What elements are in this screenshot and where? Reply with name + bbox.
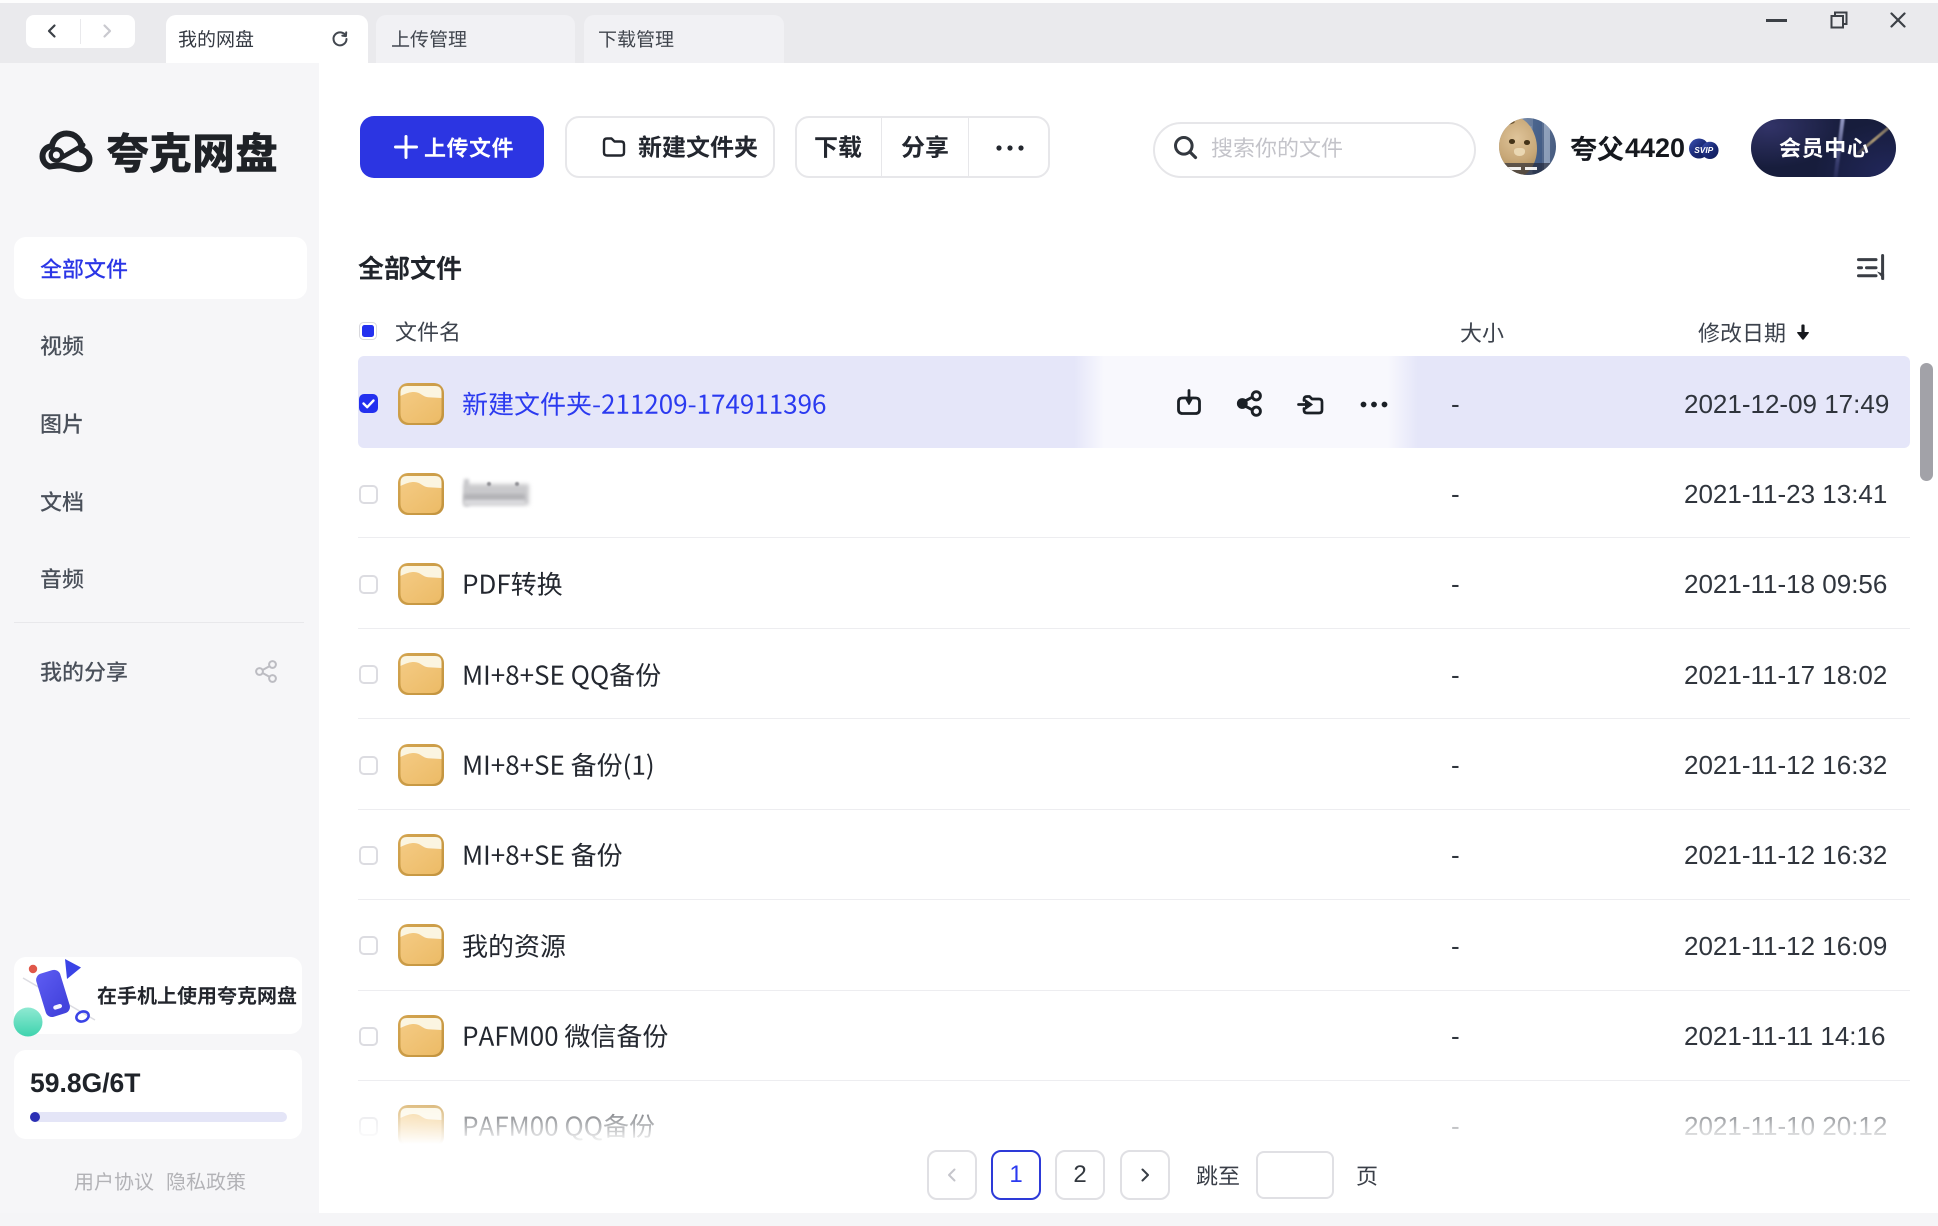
svg-text:SVIP: SVIP: [1694, 145, 1713, 155]
